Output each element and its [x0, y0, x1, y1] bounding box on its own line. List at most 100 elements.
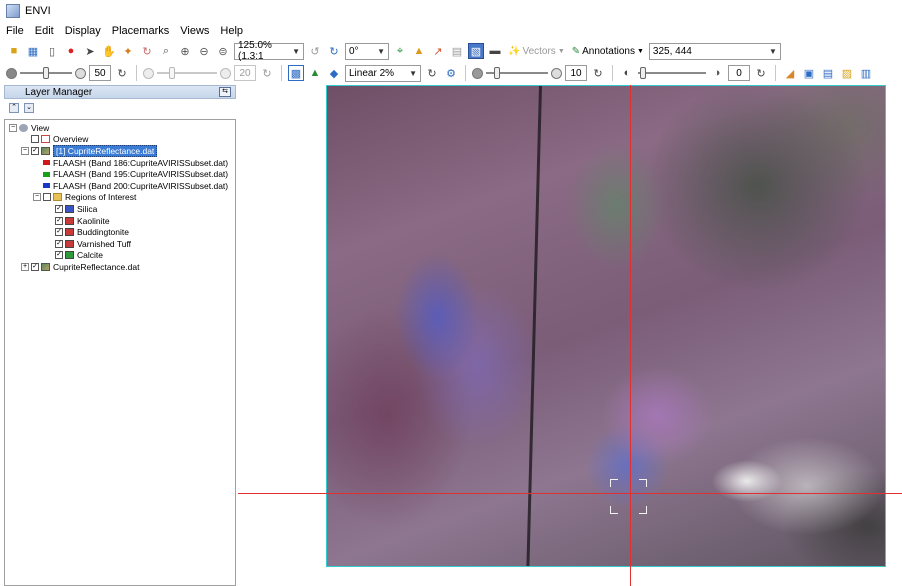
pan-hand-icon[interactable]: ✋: [101, 43, 117, 59]
spectral-profile-icon[interactable]: ▤: [449, 43, 465, 59]
layer-visibility-checkbox[interactable]: ✓: [31, 262, 39, 271]
stretch-icon[interactable]: ▩: [288, 65, 304, 81]
stretch-settings-icon[interactable]: ⚙: [443, 65, 459, 81]
menu-placemarks[interactable]: Placemarks: [112, 25, 169, 37]
envi-app-icon: [6, 4, 20, 18]
roi-icon: [65, 204, 74, 213]
tree-row[interactable]: ✓ Calcite: [5, 250, 235, 262]
layer-visibility-checkbox[interactable]: ✓: [55, 228, 63, 237]
tree-row[interactable]: − View: [5, 122, 235, 134]
data-manager-icon[interactable]: ▦: [25, 43, 41, 59]
menu-help[interactable]: Help: [220, 25, 243, 37]
collapse-icon[interactable]: −: [33, 193, 41, 202]
brightness-value[interactable]: 50: [89, 65, 111, 81]
view-flicker-icon[interactable]: ▤: [820, 65, 836, 81]
chevron-down-icon: ▼: [377, 46, 385, 56]
tree-row[interactable]: ✓ Kaolinite: [5, 215, 235, 227]
sharpen-slider[interactable]: [486, 65, 548, 81]
profile-icon[interactable]: ↗: [430, 43, 446, 59]
crosshairs-icon[interactable]: ⌖: [392, 43, 408, 59]
cursor-value-icon[interactable]: ▲: [411, 43, 427, 59]
zoom-combo[interactable]: 125.0% (1.3:1 ▼: [234, 40, 304, 62]
collapse-icon[interactable]: −: [9, 123, 17, 132]
cuprite-image[interactable]: [326, 85, 886, 567]
reset-brightness-icon[interactable]: ↻: [114, 65, 130, 81]
display-icon[interactable]: ▬: [487, 43, 503, 59]
menu-display[interactable]: Display: [65, 25, 101, 37]
selection-corner-top-left: [610, 479, 618, 487]
roi-icon: [65, 239, 74, 248]
sharpen-thumb[interactable]: [494, 67, 500, 79]
raster-layer-icon: [41, 262, 50, 271]
expand-icon[interactable]: +: [21, 262, 29, 271]
histogram-icon[interactable]: ▲: [307, 65, 323, 81]
reset-stretch-icon[interactable]: ↻: [424, 65, 440, 81]
stretch-combo[interactable]: Linear 2% ▼: [345, 64, 421, 82]
rotate-right-icon[interactable]: ↻: [326, 43, 342, 59]
tree-row[interactable]: Overview: [5, 134, 235, 146]
transparency-icon[interactable]: ◐: [619, 65, 635, 81]
pin-icon[interactable]: ⇆: [219, 87, 231, 97]
transparency-value[interactable]: 0: [728, 65, 750, 81]
zoom-fixed-icon[interactable]: ⊜: [215, 43, 231, 59]
layer-visibility-checkbox[interactable]: [31, 135, 39, 144]
brightness-thumb[interactable]: [43, 67, 49, 79]
fly-icon[interactable]: ✦: [120, 43, 136, 59]
layer-visibility-checkbox[interactable]: ✓: [55, 216, 63, 225]
rotate-icon[interactable]: ↻: [139, 43, 155, 59]
link-views-icon[interactable]: ▥: [858, 65, 874, 81]
zoom-in-icon[interactable]: ⊕: [177, 43, 193, 59]
layer-visibility-checkbox[interactable]: ✓: [55, 239, 63, 248]
view-blend-icon[interactable]: ▣: [801, 65, 817, 81]
tree-row[interactable]: − ✓ [1] CupriteReflectance.dat: [5, 144, 235, 157]
reset-transparency-icon[interactable]: ↻: [753, 65, 769, 81]
zoom-out-icon[interactable]: ⊖: [196, 43, 212, 59]
zoom-icon[interactable]: ⌕: [158, 43, 174, 59]
tree-row[interactable]: ✓ Varnished Tuff: [5, 238, 235, 250]
placemark-icon[interactable]: ●: [63, 43, 79, 59]
chip-view-icon[interactable]: ◢: [782, 65, 798, 81]
transparency-slider[interactable]: [638, 65, 706, 81]
view-swipe-icon[interactable]: ▨: [839, 65, 855, 81]
tree-row[interactable]: + ✓ CupriteReflectance.dat: [5, 261, 235, 273]
menu-edit[interactable]: Edit: [35, 25, 54, 37]
select-arrow-icon[interactable]: ➤: [82, 43, 98, 59]
image-view[interactable]: [238, 85, 902, 586]
contrast-thumb[interactable]: [169, 67, 175, 79]
transparency-thumb[interactable]: [640, 67, 646, 79]
layer-visibility-checkbox[interactable]: ✓: [31, 146, 39, 155]
contrast-value[interactable]: 20: [234, 65, 256, 81]
vectors-icon: ✨: [508, 45, 521, 57]
contrast-slider[interactable]: [157, 65, 217, 81]
sharpen-value[interactable]: 10: [565, 65, 587, 81]
expand-all-icon[interactable]: ⌄: [24, 103, 34, 113]
reset-sharpen-icon[interactable]: ↻: [590, 65, 606, 81]
layer-visibility-checkbox[interactable]: [43, 193, 51, 202]
collapse-all-icon[interactable]: ⌃: [9, 103, 19, 113]
collapse-icon[interactable]: −: [21, 146, 29, 155]
rotation-combo[interactable]: 0° ▼: [345, 42, 389, 60]
annotations-button[interactable]: ✎ Annotations ▼: [570, 43, 646, 60]
stretch-type-icon[interactable]: ◆: [326, 65, 342, 81]
tree-row[interactable]: FLAASH (Band 200:CupriteAVIRISSubset.dat…: [5, 180, 235, 192]
transparency-max-icon[interactable]: ◑: [709, 65, 725, 81]
menu-file[interactable]: File: [6, 25, 24, 37]
rotate-left-icon[interactable]: ↺: [307, 43, 323, 59]
menu-views[interactable]: Views: [180, 25, 209, 37]
selection-corner-bottom-left: [610, 506, 618, 514]
reset-contrast-icon[interactable]: ↻: [259, 65, 275, 81]
tree-row[interactable]: ✓ Silica: [5, 203, 235, 215]
tree-row[interactable]: ✓ Buddingtonite: [5, 226, 235, 238]
tree-row[interactable]: FLAASH (Band 186:CupriteAVIRISSubset.dat…: [5, 157, 235, 169]
vectors-button[interactable]: ✨ Vectors ▼: [506, 43, 567, 60]
layer-visibility-checkbox[interactable]: ✓: [55, 204, 63, 213]
go-to-location-combo[interactable]: 325, 444 ▼: [648, 42, 781, 60]
portal-icon[interactable]: ▧: [468, 43, 484, 59]
open-file-icon[interactable]: ■: [6, 43, 22, 59]
brightness-slider[interactable]: [20, 65, 72, 81]
main-toolbar: ■ ▦ ▯ ● ➤ ✋ ✦ ↻ ⌕ ⊕ ⊖ ⊜ 125.0% (1.3:1 ▼ …: [0, 40, 902, 62]
layer-manager-icon[interactable]: ▯: [44, 43, 60, 59]
tree-row[interactable]: − Regions of Interest: [5, 192, 235, 204]
layer-visibility-checkbox[interactable]: ✓: [55, 251, 63, 260]
tree-row[interactable]: FLAASH (Band 195:CupriteAVIRISSubset.dat…: [5, 168, 235, 180]
